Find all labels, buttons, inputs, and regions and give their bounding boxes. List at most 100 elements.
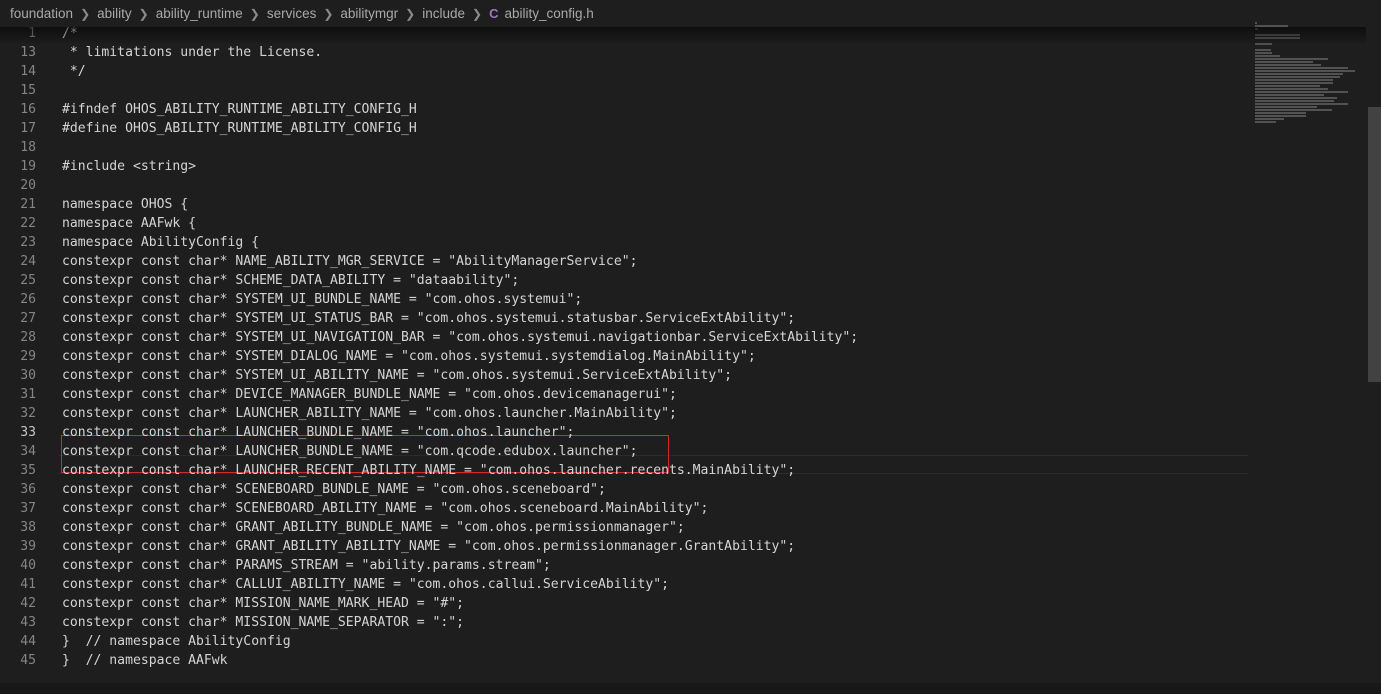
code-text[interactable]: constexpr const char* LAUNCHER_RECENT_AB… <box>62 461 795 480</box>
code-text[interactable]: constexpr const char* GRANT_ABILITY_BUND… <box>62 518 685 537</box>
code-text[interactable]: constexpr const char* MISSION_NAME_SEPAR… <box>62 613 464 632</box>
code-text[interactable]: constexpr const char* GRANT_ABILITY_ABIL… <box>62 537 795 556</box>
minimap-line <box>1255 85 1320 87</box>
code-line[interactable]: 36 constexpr const char* SCENEBOARD_BUNDL… <box>0 480 1250 499</box>
code-text[interactable]: constexpr const char* SCENEBOARD_BUNDLE_… <box>62 480 606 499</box>
code-line[interactable]: 34 constexpr const char* LAUNCHER_BUNDLE_… <box>0 442 1250 461</box>
code-text[interactable]: constexpr const char* SYSTEM_UI_BUNDLE_N… <box>62 290 582 309</box>
code-line[interactable]: 40 constexpr const char* PARAMS_STREAM = … <box>0 556 1250 575</box>
code-line[interactable]: 13 * limitations under the License. <box>0 43 1250 62</box>
chevron-right-icon: ❯ <box>472 6 483 21</box>
code-line[interactable]: 16 #ifndef OHOS_ABILITY_RUNTIME_ABILITY_C… <box>0 100 1250 119</box>
chevron-right-icon: ❯ <box>80 6 91 21</box>
breadcrumb-file-name[interactable]: ability_config.h <box>504 6 593 21</box>
line-number: 19 <box>20 159 36 174</box>
minimap-line <box>1255 61 1313 63</box>
minimap-line <box>1255 115 1306 117</box>
code-line[interactable]: 43 constexpr const char* MISSION_NAME_SEP… <box>0 613 1250 632</box>
code-line[interactable]: 42 constexpr const char* MISSION_NAME_MAR… <box>0 594 1250 613</box>
minimap-line <box>1255 100 1334 102</box>
code-text[interactable]: constexpr const char* CALLUI_ABILITY_NAM… <box>62 575 669 594</box>
code-line[interactable]: 24 constexpr const char* NAME_ABILITY_MGR… <box>0 252 1250 271</box>
code-line[interactable]: 17 #define OHOS_ABILITY_RUNTIME_ABILITY_C… <box>0 119 1250 138</box>
code-text[interactable]: constexpr const char* LAUNCHER_BUNDLE_NA… <box>62 442 637 461</box>
code-text[interactable]: } // namespace AbilityConfig <box>62 632 291 651</box>
code-text[interactable]: constexpr const char* LAUNCHER_BUNDLE_NA… <box>62 423 574 442</box>
code-line[interactable]: 29 constexpr const char* SYSTEM_DIALOG_NA… <box>0 347 1250 366</box>
minimap-line <box>1255 55 1280 57</box>
vertical-scrollbar-thumb[interactable] <box>1368 107 1381 382</box>
code-text[interactable]: namespace OHOS { <box>62 195 188 214</box>
code-line[interactable]: 28 constexpr const char* SYSTEM_UI_NAVIGA… <box>0 328 1250 347</box>
code-line[interactable]: 39 constexpr const char* GRANT_ABILITY_AB… <box>0 537 1250 556</box>
code-text[interactable]: constexpr const char* SYSTEM_UI_NAVIGATI… <box>62 328 858 347</box>
line-number: 39 <box>20 539 36 554</box>
minimap-line <box>1255 109 1332 111</box>
code-text[interactable]: #define OHOS_ABILITY_RUNTIME_ABILITY_CON… <box>62 119 417 138</box>
code-text[interactable]: constexpr const char* LAUNCHER_ABILITY_N… <box>62 404 677 423</box>
minimap-line <box>1255 22 1257 24</box>
code-line[interactable]: 18 <box>0 138 1250 157</box>
breadcrumb-segment-abilitymgr[interactable]: abilitymgr <box>340 6 398 21</box>
line-number: 44 <box>20 634 36 649</box>
line-number: 20 <box>20 178 36 193</box>
code-text[interactable]: namespace AbilityConfig { <box>62 233 259 252</box>
code-text[interactable]: constexpr const char* SCHEME_DATA_ABILIT… <box>62 271 519 290</box>
code-line[interactable]: 38 constexpr const char* GRANT_ABILITY_BU… <box>0 518 1250 537</box>
bottom-edge <box>0 683 1381 694</box>
line-number: 40 <box>20 558 36 573</box>
breadcrumb-segment-services[interactable]: services <box>267 6 317 21</box>
minimap-line <box>1255 121 1276 123</box>
code-text[interactable]: constexpr const char* SYSTEM_UI_ABILITY_… <box>62 366 732 385</box>
minimap[interactable] <box>1255 22 1365 132</box>
line-number: 30 <box>20 368 36 383</box>
minimap-line <box>1255 34 1300 36</box>
line-number: 29 <box>20 349 36 364</box>
code-text[interactable]: constexpr const char* SYSTEM_UI_STATUS_B… <box>62 309 795 328</box>
code-text[interactable]: constexpr const char* SCENEBOARD_ABILITY… <box>62 499 708 518</box>
code-text[interactable]: namespace AAFwk { <box>62 214 196 233</box>
c-file-icon: C <box>489 6 499 21</box>
code-line[interactable]: 41 constexpr const char* CALLUI_ABILITY_N… <box>0 575 1250 594</box>
code-line[interactable]: 25 constexpr const char* SCHEME_DATA_ABIL… <box>0 271 1250 290</box>
breadcrumb-segment-include[interactable]: include <box>422 6 465 21</box>
code-text[interactable]: constexpr const char* MISSION_NAME_MARK_… <box>62 594 464 613</box>
code-line[interactable]: 23 namespace AbilityConfig { <box>0 233 1250 252</box>
code-line[interactable]: 26 constexpr const char* SYSTEM_UI_BUNDLE… <box>0 290 1250 309</box>
code-line[interactable]: 21 namespace OHOS { <box>0 195 1250 214</box>
code-line[interactable]: 15 <box>0 81 1250 100</box>
code-text[interactable]: constexpr const char* SYSTEM_DIALOG_NAME… <box>62 347 756 366</box>
line-number: 26 <box>20 292 36 307</box>
line-number: 17 <box>20 121 36 136</box>
code-line[interactable]: 30 constexpr const char* SYSTEM_UI_ABILIT… <box>0 366 1250 385</box>
code-line[interactable]: 14 */ <box>0 62 1250 81</box>
minimap-line <box>1255 25 1288 27</box>
breadcrumb-segment-ability[interactable]: ability <box>97 6 132 21</box>
breadcrumb-segment-ability-runtime[interactable]: ability_runtime <box>156 6 243 21</box>
code-line[interactable]: 20 <box>0 176 1250 195</box>
code-line[interactable]: 27 constexpr const char* SYSTEM_UI_STATUS… <box>0 309 1250 328</box>
code-text[interactable]: } // namespace AAFwk <box>62 651 228 670</box>
code-line[interactable]: 37 constexpr const char* SCENEBOARD_ABILI… <box>0 499 1250 518</box>
code-text[interactable]: constexpr const char* DEVICE_MANAGER_BUN… <box>62 385 677 404</box>
code-line[interactable]: 32 constexpr const char* LAUNCHER_ABILITY… <box>0 404 1250 423</box>
code-line[interactable]: 33 constexpr const char* LAUNCHER_BUNDLE_… <box>0 423 1250 442</box>
code-line[interactable]: 45} // namespace AAFwk <box>0 651 1250 670</box>
line-number: 27 <box>20 311 36 326</box>
code-line[interactable]: 31 constexpr const char* DEVICE_MANAGER_B… <box>0 385 1250 404</box>
code-line[interactable]: 22 namespace AAFwk { <box>0 214 1250 233</box>
code-line[interactable]: 44 } // namespace AbilityConfig <box>0 632 1250 651</box>
line-number: 33 <box>20 425 36 440</box>
code-line[interactable]: 19 #include <string> <box>0 157 1250 176</box>
code-text[interactable]: * limitations under the License. <box>62 43 322 62</box>
code-text[interactable]: #include <string> <box>62 157 196 176</box>
code-text[interactable]: */ <box>62 62 86 81</box>
breadcrumb-segment-foundation[interactable]: foundation <box>10 6 73 21</box>
code-line[interactable]: 35 constexpr const char* LAUNCHER_RECENT_… <box>0 461 1250 480</box>
code-text[interactable]: #ifndef OHOS_ABILITY_RUNTIME_ABILITY_CON… <box>62 100 417 119</box>
code-text[interactable]: constexpr const char* PARAMS_STREAM = "a… <box>62 556 551 575</box>
code-text[interactable]: constexpr const char* NAME_ABILITY_MGR_S… <box>62 252 637 271</box>
minimap-line <box>1255 97 1337 99</box>
code-editor[interactable]: 1/* 13 * limitations under the License. 14… <box>0 23 1250 683</box>
minimap-line <box>1255 43 1272 45</box>
